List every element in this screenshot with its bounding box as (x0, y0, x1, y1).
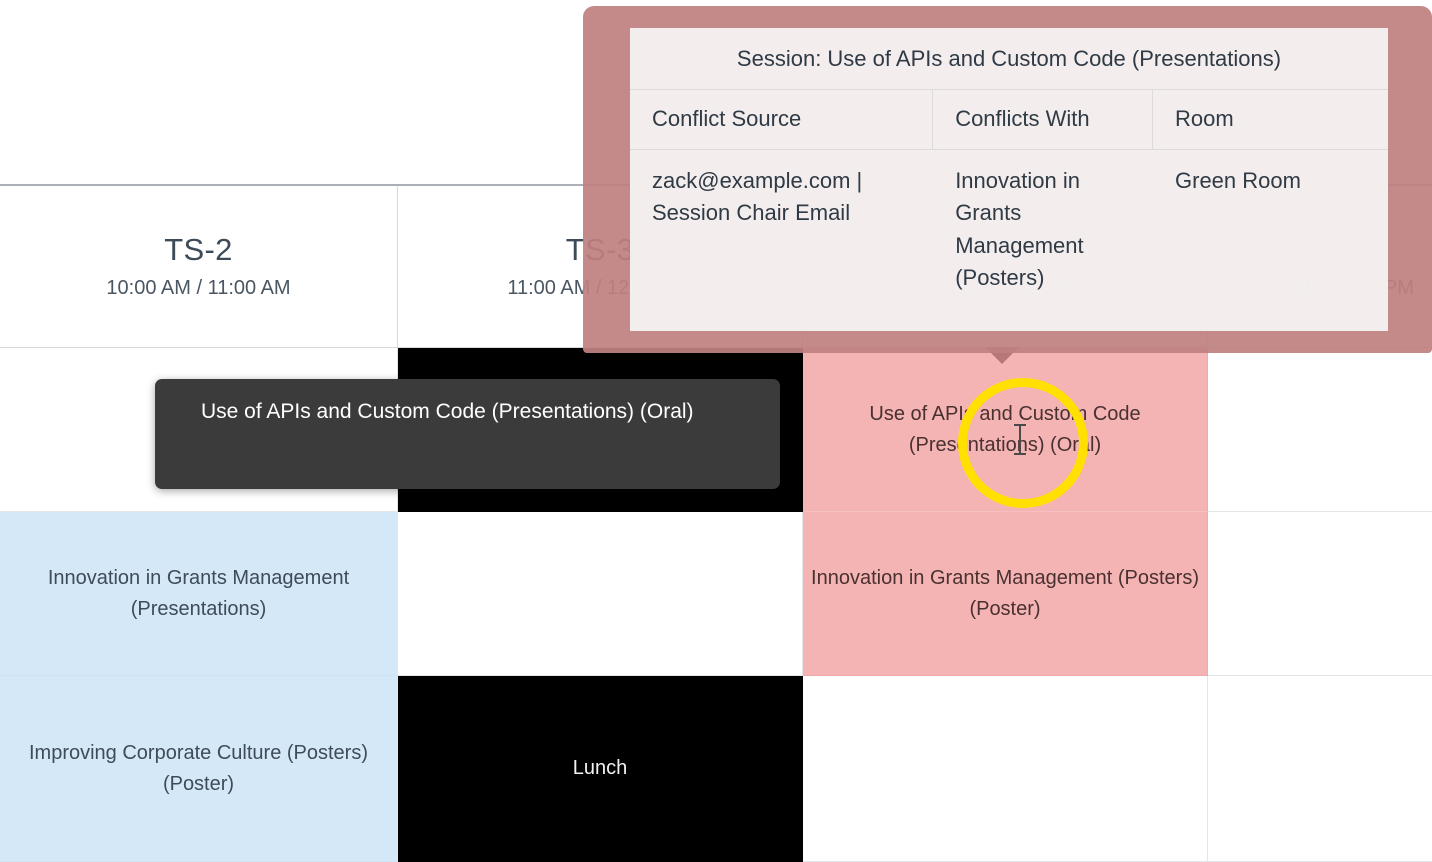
conflict-popup-panel: Session: Use of APIs and Custom Code (Pr… (630, 28, 1388, 331)
cell-conflicts-with: Innovation in Grants Management (Posters… (955, 167, 1084, 291)
conflict-table-header-row: Conflict Source Conflicts With Room (630, 90, 1388, 150)
conflict-table-row: zack@example.com | Session Chair Email I… (630, 150, 1388, 311)
schedule-row: Improving Corporate Culture (Posters) (P… (0, 676, 1432, 862)
session-cell[interactable] (1208, 348, 1432, 512)
timeslot-header-ts2[interactable]: TS-2 10:00 AM / 11:00 AM (0, 186, 398, 348)
conflict-details-popup[interactable]: Session: Use of APIs and Custom Code (Pr… (583, 6, 1432, 353)
session-hover-tooltip: Use of APIs and Custom Code (Presentatio… (155, 379, 780, 489)
cell-room: Green Room (1175, 167, 1301, 193)
timeslot-id-label: TS-2 (164, 231, 233, 267)
session-cell-selected[interactable]: Improving Corporate Culture (Posters) (P… (0, 676, 398, 862)
conflict-table: Conflict Source Conflicts With Room zack… (630, 90, 1388, 311)
session-cell[interactable] (1208, 676, 1432, 862)
cell-conflict-source: zack@example.com | Session Chair Email (652, 167, 863, 226)
session-cell[interactable] (1208, 512, 1432, 676)
column-header-room: Room (1175, 106, 1234, 131)
session-cell[interactable] (803, 676, 1208, 862)
session-cell-lunch[interactable]: Lunch (398, 676, 803, 862)
session-cell-selected[interactable]: Innovation in Grants Management (Present… (0, 512, 398, 676)
session-cell-conflict[interactable]: Use of APIs and Custom Code (Presentatio… (803, 348, 1208, 512)
schedule-row: Innovation in Grants Management (Present… (0, 512, 1432, 676)
column-header-conflict-source: Conflict Source (630, 90, 934, 149)
timeslot-time-label: 10:00 AM / 11:00 AM (106, 277, 291, 300)
session-cell-conflict[interactable]: Innovation in Grants Management (Posters… (803, 512, 1208, 676)
session-cell[interactable] (398, 512, 803, 676)
conflict-popup-title: Session: Use of APIs and Custom Code (Pr… (630, 28, 1388, 90)
text-cursor-icon (1014, 424, 1026, 455)
column-header-conflicts-with: Conflicts With (933, 90, 1153, 149)
